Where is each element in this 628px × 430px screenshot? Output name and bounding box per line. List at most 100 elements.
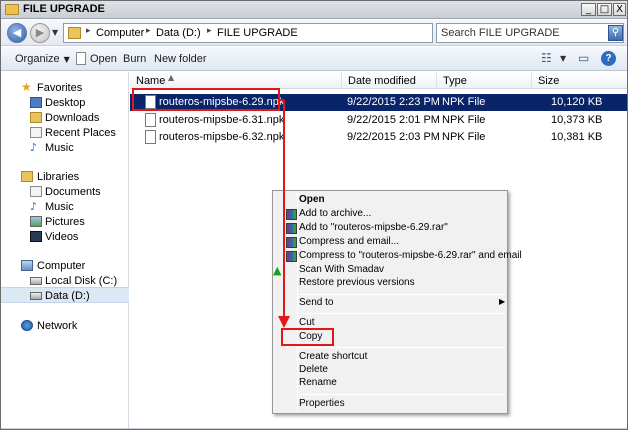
column-label: Date modified (348, 75, 416, 87)
menu-label: Compress and email... (299, 236, 400, 247)
history-dropdown-icon[interactable]: ▼ (52, 28, 58, 37)
nav-label: Favorites (37, 82, 83, 94)
desktop-icon (30, 97, 42, 108)
window-title: FILE UPGRADE (23, 3, 105, 15)
view-options-icon[interactable]: ☷ (541, 51, 552, 65)
downloads-icon (30, 112, 42, 123)
close-button[interactable]: X (613, 3, 626, 16)
nav-label: Data (D:) (45, 290, 90, 302)
column-header-date[interactable]: Date modified (342, 72, 437, 89)
folder-icon (68, 27, 81, 39)
nav-downloads[interactable]: Downloads (1, 110, 129, 126)
nav-label: Network (37, 320, 78, 332)
file-type: NPK File (442, 114, 486, 126)
column-header-row: Name ▲ Date modified Type Size (130, 72, 627, 89)
nav-videos[interactable]: Videos (1, 229, 129, 245)
breadcrumb-data[interactable]: Data (D:) (156, 27, 201, 39)
menu-item-create-shortcut[interactable]: Create shortcut (275, 351, 505, 364)
menu-item-compress-email[interactable]: Compress and email... (275, 236, 505, 249)
file-icon (145, 113, 156, 127)
nav-label: Local Disk (C:) (45, 275, 118, 287)
forward-button[interactable]: ▶ (30, 23, 50, 43)
nav-documents[interactable]: Documents (1, 184, 129, 200)
nav-label: Music (45, 142, 74, 154)
drive-icon (30, 292, 42, 300)
winrar-icon (286, 237, 297, 248)
menu-item-restore-versions[interactable]: Restore previous versions (275, 277, 505, 290)
menu-item-compress-rar-email[interactable]: Compress to "routeros-mipsbe-6.29.rar" a… (275, 250, 522, 263)
pictures-icon (30, 216, 42, 227)
menu-label: Scan With Smadav (299, 264, 385, 275)
menu-item-send-to[interactable]: Send to ▶ (275, 297, 505, 310)
file-type: NPK File (442, 96, 486, 108)
nav-music-library[interactable]: ♪ Music (1, 199, 129, 215)
chevron-down-icon[interactable]: ▼ (560, 54, 566, 63)
help-icon[interactable]: ? (601, 51, 616, 66)
column-label: Size (538, 75, 560, 87)
minimize-button[interactable]: _ (581, 3, 596, 16)
breadcrumb-separator[interactable]: ▸ (146, 26, 151, 36)
breadcrumb-separator[interactable]: ▸ (207, 26, 212, 36)
nav-label: Libraries (37, 171, 80, 183)
nav-libraries[interactable]: Libraries (1, 169, 129, 185)
context-menu: Open Add to archive... Add to "routeros-… (272, 190, 522, 414)
maximize-button[interactable]: □ (597, 3, 612, 16)
nav-label: Computer (37, 260, 86, 272)
menu-label: Open (299, 194, 325, 205)
file-row[interactable]: routeros-mipsbe-6.32.npk 9/22/2015 2:03 … (130, 129, 627, 146)
column-header-type[interactable]: Type (437, 72, 532, 89)
nav-label: Desktop (45, 97, 86, 109)
open-icon (76, 52, 86, 65)
organize-button[interactable]: Organize ▼ (15, 53, 70, 65)
nav-computer[interactable]: Computer (1, 258, 129, 274)
column-header-size[interactable]: Size (532, 72, 627, 89)
search-icon[interactable]: ⚲ (608, 25, 623, 41)
menu-item-add-to-rar[interactable]: Add to "routeros-mipsbe-6.29.rar" (275, 222, 505, 235)
nav-recent-places[interactable]: Recent Places (1, 125, 129, 141)
address-bar[interactable]: ▸ Computer ▸ Data (D:) ▸ FILE UPGRADE ▼ … (63, 23, 493, 43)
music-icon: ♪ (30, 141, 38, 154)
documents-icon (30, 186, 42, 197)
navigation-pane: ★ Favorites Desktop Downloads Recent Pla… (1, 72, 129, 429)
nav-favorites[interactable]: ★ Favorites (1, 80, 129, 96)
search-input[interactable]: Search FILE UPGRADE ⚲ (436, 23, 624, 43)
open-button[interactable]: Open (90, 53, 117, 65)
menu-item-scan-smadav[interactable]: ▲ Scan With Smadav (273, 264, 505, 277)
preview-pane-icon[interactable]: ▭ (578, 51, 589, 65)
nav-network[interactable]: Network (1, 318, 129, 334)
menu-label: Create shortcut (299, 351, 368, 362)
menu-item-open[interactable]: Open (275, 194, 505, 207)
highlight-box-selected-file (132, 88, 280, 111)
file-row[interactable]: routeros-mipsbe-6.31.npk 9/22/2015 2:01 … (130, 112, 627, 129)
menu-item-add-to-archive[interactable]: Add to archive... (275, 208, 505, 221)
column-label: Type (443, 75, 467, 87)
file-name: routeros-mipsbe-6.32.npk (159, 131, 285, 143)
new-folder-button[interactable]: New folder (154, 53, 207, 65)
menu-item-rename[interactable]: Rename (275, 377, 505, 390)
menu-label: Restore previous versions (299, 277, 415, 288)
nav-label: Music (45, 201, 74, 213)
nav-desktop[interactable]: Desktop (1, 95, 129, 111)
breadcrumb-separator[interactable]: ▸ (86, 26, 91, 36)
breadcrumb-file-upgrade[interactable]: FILE UPGRADE (217, 27, 298, 39)
menu-label: Properties (299, 398, 345, 409)
nav-music-favorite[interactable]: ♪ Music (1, 140, 129, 156)
breadcrumb-computer[interactable]: Computer (96, 27, 144, 39)
nav-pictures[interactable]: Pictures (1, 214, 129, 230)
smadav-icon: ▲ (273, 264, 282, 277)
winrar-icon (286, 209, 297, 220)
file-date: 9/22/2015 2:01 PM (347, 114, 440, 126)
nav-label: Downloads (45, 112, 100, 124)
menu-item-properties[interactable]: Properties (275, 398, 505, 411)
menu-item-delete[interactable]: Delete (275, 364, 505, 377)
nav-label: Recent Places (45, 127, 116, 139)
file-name: routeros-mipsbe-6.31.npk (159, 114, 285, 126)
nav-data-d[interactable]: Data (D:) (1, 287, 129, 303)
network-icon (21, 320, 33, 331)
menu-label: Add to "routeros-mipsbe-6.29.rar" (299, 222, 448, 233)
column-header-name[interactable]: Name ▲ (130, 72, 342, 89)
menu-label: Send to (299, 297, 334, 308)
nav-label: Documents (45, 186, 101, 198)
burn-button[interactable]: Burn (123, 53, 146, 65)
back-button[interactable]: ◀ (7, 23, 27, 43)
